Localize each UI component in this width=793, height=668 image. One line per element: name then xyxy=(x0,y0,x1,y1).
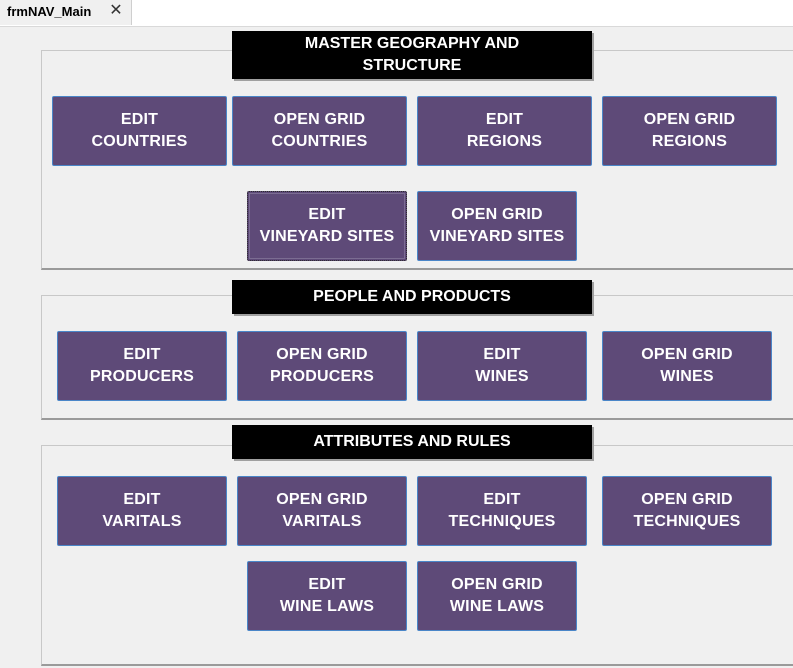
open-grid-varitals-button[interactable]: OPEN GRID VARITALS xyxy=(237,476,407,546)
open-grid-countries-button[interactable]: OPEN GRID COUNTRIES xyxy=(232,96,407,166)
edit-vineyard-sites-button[interactable]: EDIT VINEYARD SITES xyxy=(247,191,407,261)
open-grid-regions-button[interactable]: OPEN GRID REGIONS xyxy=(602,96,777,166)
open-grid-vineyard-sites-button[interactable]: OPEN GRID VINEYARD SITES xyxy=(417,191,577,261)
section-header-attributes-and-rules: ATTRIBUTES AND RULES xyxy=(232,425,592,459)
open-grid-techniques-button[interactable]: OPEN GRID TECHNIQUES xyxy=(602,476,772,546)
edit-wines-button[interactable]: EDIT WINES xyxy=(417,331,587,401)
section-header-master-geography: MASTER GEOGRAPHY AND STRUCTURE xyxy=(232,31,592,79)
edit-wine-laws-button[interactable]: EDIT WINE LAWS xyxy=(247,561,407,631)
close-icon[interactable]: ✕ xyxy=(108,2,124,20)
edit-producers-button[interactable]: EDIT PRODUCERS xyxy=(57,331,227,401)
open-grid-wines-button[interactable]: OPEN GRID WINES xyxy=(602,331,772,401)
open-grid-producers-button[interactable]: OPEN GRID PRODUCERS xyxy=(237,331,407,401)
section-header-people-and-products: PEOPLE AND PRODUCTS xyxy=(232,280,592,314)
tab-frmnav-main[interactable]: frmNAV_Main ✕ xyxy=(0,0,132,25)
edit-techniques-button[interactable]: EDIT TECHNIQUES xyxy=(417,476,587,546)
edit-varitals-button[interactable]: EDIT VARITALS xyxy=(57,476,227,546)
document-tab-strip: frmNAV_Main ✕ xyxy=(0,0,793,27)
edit-regions-button[interactable]: EDIT REGIONS xyxy=(417,96,592,166)
open-grid-wine-laws-button[interactable]: OPEN GRID WINE LAWS xyxy=(417,561,577,631)
edit-countries-button[interactable]: EDIT COUNTRIES xyxy=(52,96,227,166)
tab-label: frmNAV_Main xyxy=(7,4,92,19)
